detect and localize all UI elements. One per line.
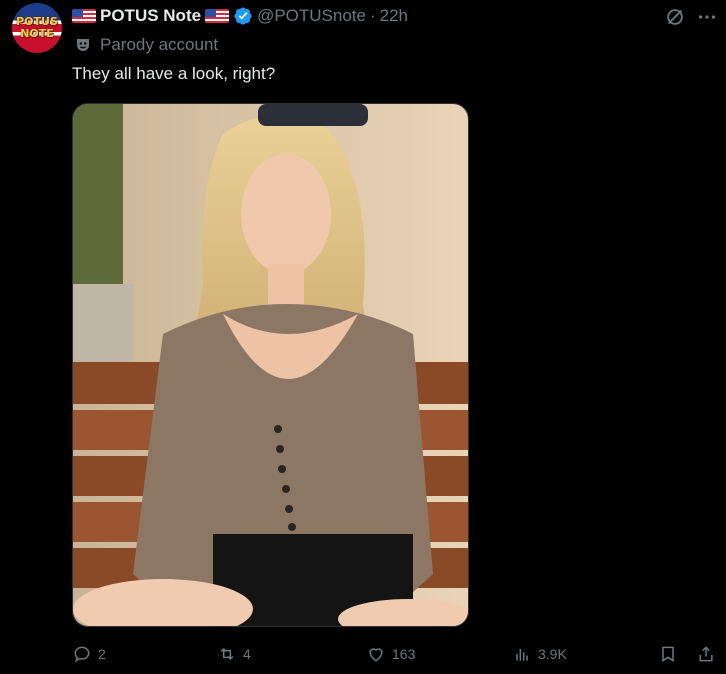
photo-image xyxy=(73,104,468,626)
us-flag-icon xyxy=(205,9,230,23)
parody-label-text: Parody account xyxy=(100,35,219,54)
repost-icon xyxy=(220,647,234,661)
us-flag-icon xyxy=(72,9,96,23)
share-icon xyxy=(699,646,713,662)
bookmark-icon xyxy=(662,646,674,663)
heart-icon xyxy=(369,648,383,662)
like-count: 163 xyxy=(392,646,416,662)
repost-count: 4 xyxy=(243,646,251,662)
parody-mask-icon xyxy=(77,39,89,51)
separator-dot: · xyxy=(369,6,376,25)
tweet-header: POTUS Note @POTUSnote · 22h xyxy=(72,5,408,27)
verified-badge-icon[interactable] xyxy=(233,6,253,26)
timestamp[interactable]: 22h xyxy=(380,6,408,26)
tweet-photo[interactable] xyxy=(72,103,469,627)
views-count: 3.9K xyxy=(538,646,567,662)
avatar[interactable]: POTUS NOTE xyxy=(12,3,62,53)
views-button[interactable]: 3.9K xyxy=(512,644,567,664)
parody-label: Parody account xyxy=(74,35,218,55)
avatar-logo: POTUS NOTE xyxy=(16,15,58,40)
repost-button[interactable]: 4 xyxy=(217,644,251,664)
action-bar: 2 4 163 3.9K xyxy=(72,644,726,668)
reply-icon xyxy=(74,646,90,663)
display-name[interactable]: POTUS Note xyxy=(100,6,201,26)
views-chart-icon xyxy=(516,649,528,661)
tweet-text: They all have a look, right? xyxy=(72,64,276,83)
bookmark-button[interactable] xyxy=(658,644,684,664)
share-button[interactable] xyxy=(696,644,722,664)
reply-button[interactable]: 2 xyxy=(72,644,106,664)
user-handle[interactable]: @POTUSnote xyxy=(257,6,366,26)
more-options-icon[interactable] xyxy=(696,6,718,28)
grok-icon[interactable] xyxy=(664,6,686,28)
like-button[interactable]: 163 xyxy=(366,644,415,664)
reply-count: 2 xyxy=(98,646,106,662)
